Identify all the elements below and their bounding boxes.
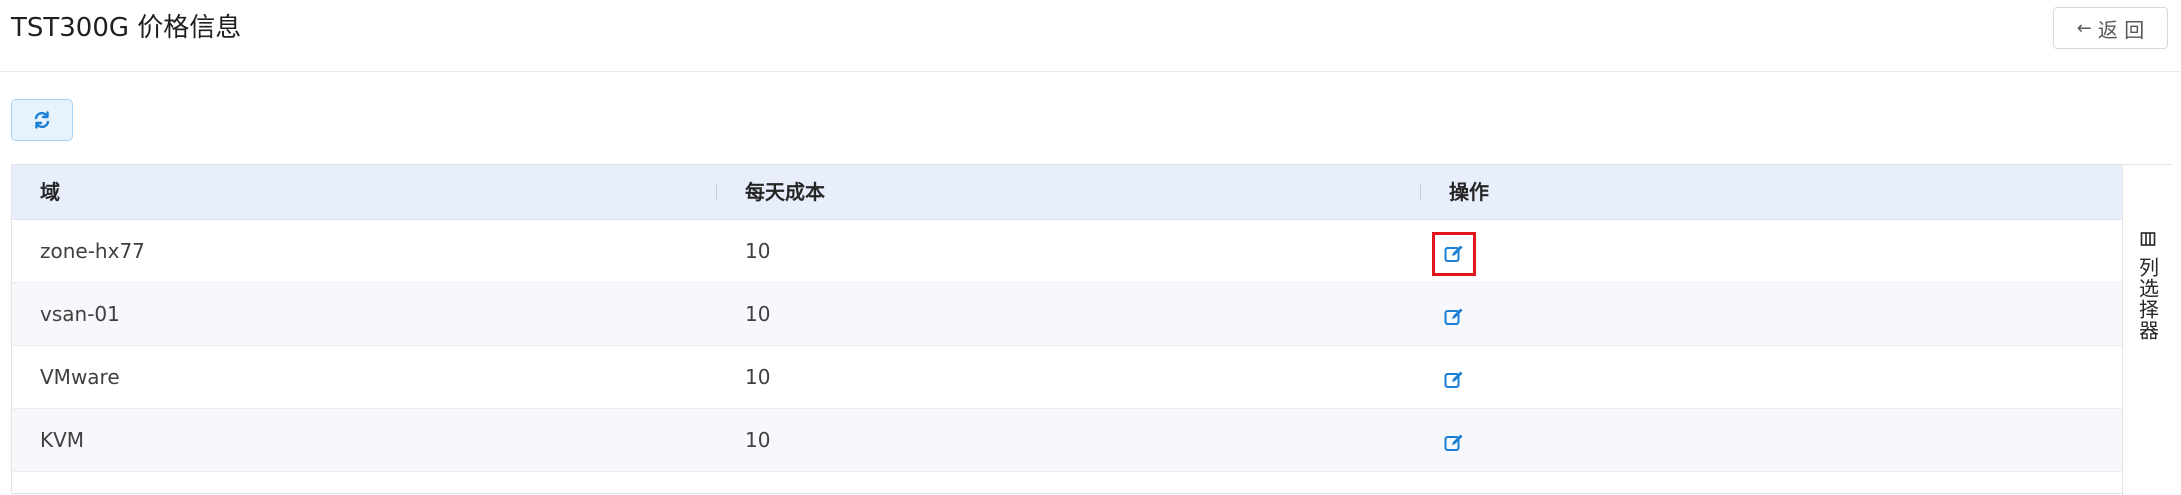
table-header: 域 每天成本 操作 [12,165,2122,220]
edit-icon [1444,308,1463,325]
domain-cell: vsan-01 [40,302,120,326]
column-header-actions: 操作 [1449,180,1489,204]
columns-icon [2140,232,2156,246]
column-picker-label: 列选择器 [2135,257,2160,341]
column-resizer[interactable] [716,183,717,201]
edit-button[interactable] [1432,421,1476,465]
column-resizer[interactable] [1420,183,1421,201]
refresh-button[interactable] [11,99,73,141]
back-button-label: 返 回 [2097,17,2145,42]
table-row: VMware 10 [12,346,2122,409]
page-header: TST300G 价格信息 ← 返 回 [0,0,2181,72]
refresh-icon [34,111,50,129]
column-header-domain[interactable]: 域 [40,165,60,220]
page-title: TST300G 价格信息 [11,13,242,43]
edit-icon [1444,371,1463,388]
table-row: vsan-01 10 [12,283,2122,346]
edit-button[interactable] [1432,232,1476,276]
edit-button[interactable] [1432,295,1476,339]
arrow-left-icon: ← [2076,17,2092,39]
column-picker-toggle[interactable]: 列选择器 [2122,165,2173,495]
daily-cost-cell: 10 [745,302,771,326]
column-header-daily-cost[interactable]: 每天成本 [745,165,825,220]
edit-icon [1444,245,1463,262]
daily-cost-cell: 10 [745,428,771,452]
table-body: 域 每天成本 操作 zone-hx77 10 vsan-01 10 VMware… [12,165,2122,472]
table-row: KVM 10 [12,409,2122,472]
daily-cost-cell: 10 [745,239,771,263]
domain-cell: VMware [40,365,120,389]
daily-cost-cell: 10 [745,365,771,389]
domain-cell: KVM [40,428,85,452]
domain-cell: zone-hx77 [40,239,145,263]
back-button[interactable]: ← 返 回 [2053,7,2168,49]
table-row: zone-hx77 10 [12,220,2122,283]
edit-icon [1444,434,1463,451]
edit-button[interactable] [1432,358,1476,402]
price-table: 域 每天成本 操作 zone-hx77 10 vsan-01 10 VMware… [11,164,2173,495]
